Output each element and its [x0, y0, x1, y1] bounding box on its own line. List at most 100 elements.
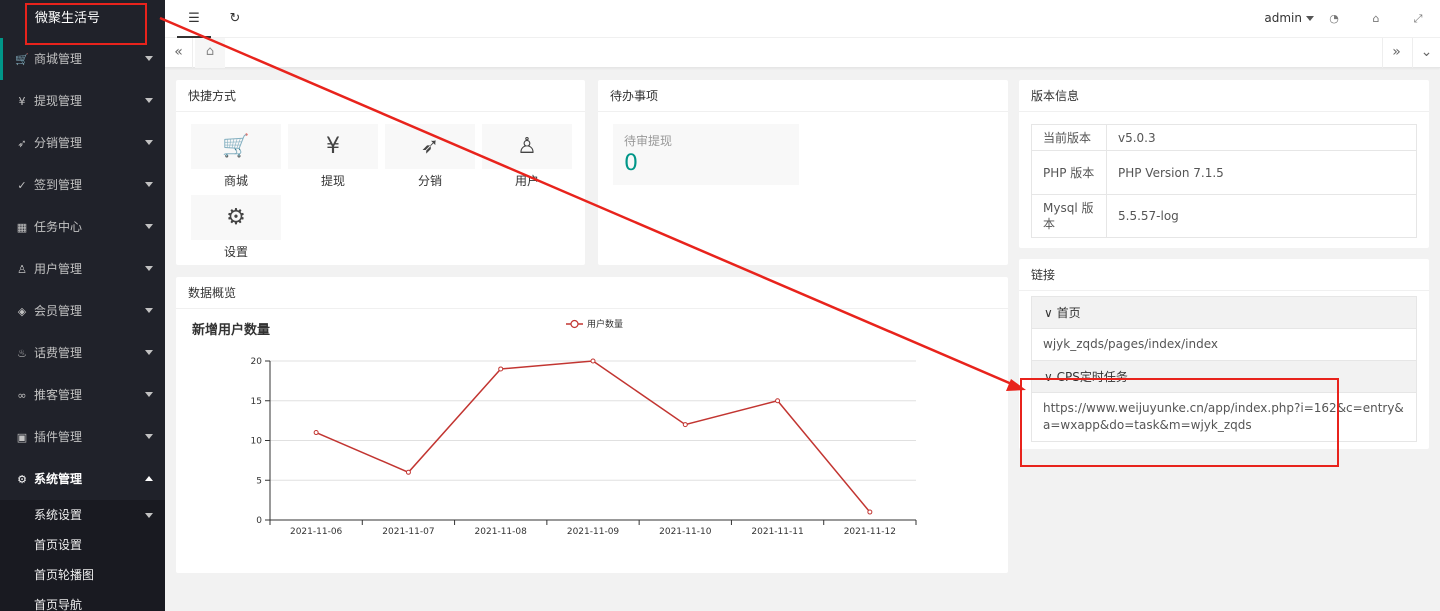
chevron-down-icon: ∨: [1044, 306, 1057, 320]
y-tick-label: 15: [251, 397, 262, 407]
gear-icon: ⚙: [17, 473, 27, 486]
legend-marker: [570, 319, 579, 329]
sidebar-item-6[interactable]: ◈ 会员管理: [0, 290, 165, 332]
caret-down-icon: [145, 98, 153, 103]
caret-down-icon: [145, 513, 153, 518]
pending-withdrawal-label: 待审提现: [624, 134, 673, 148]
caret-down-icon: [1306, 16, 1314, 21]
tab-dropdown-button[interactable]: ⌄: [1412, 38, 1440, 68]
yen-circle-icon: ¥: [288, 124, 378, 169]
sidebar-item-label: 系统管理: [34, 472, 83, 486]
theme-button[interactable]: ◔: [1314, 0, 1354, 38]
shortcut-0[interactable]: 🛒 商城: [191, 124, 281, 189]
refresh-button[interactable]: ↻: [218, 0, 252, 38]
data-point: [775, 398, 781, 404]
tasks-icon: ▦: [16, 221, 28, 234]
shortcuts-title: 快捷方式: [176, 80, 585, 112]
tab-prev-button[interactable]: «: [165, 38, 193, 68]
shortcuts-card: 快捷方式 🛒 商城 ¥ 提现 ➶ 分销 ♙ 用户 ⚙ 设置: [176, 80, 585, 265]
indent-icon: ☰: [188, 11, 200, 26]
tab-home[interactable]: ⌂: [195, 38, 225, 68]
brand[interactable]: 微聚生活号: [0, 0, 165, 38]
sidebar-item-1[interactable]: ¥ 提现管理: [0, 80, 165, 122]
double-chevron-left-icon: «: [174, 44, 183, 60]
sidebar-item-2[interactable]: ➶ 分销管理: [0, 122, 165, 164]
fire-icon: ♨: [17, 347, 27, 360]
legend-label: 用户数量: [587, 318, 623, 330]
y-tick-label: 0: [256, 516, 262, 526]
data-point: [682, 422, 688, 428]
sidebar-item-3[interactable]: ✓ 签到管理: [0, 164, 165, 206]
sidebar-item-label: 商城管理: [34, 52, 83, 66]
sidebar-item-label: 分销管理: [34, 136, 83, 150]
chevron-down-icon: ∨: [1044, 370, 1057, 384]
version-key: Mysql 版本: [1031, 194, 1107, 238]
x-tick-label: 2021-11-12: [844, 527, 896, 537]
caret-down-icon: [145, 140, 153, 145]
sidebar-item-8[interactable]: ∞ 推客管理: [0, 374, 165, 416]
sidebar-item-label: 推客管理: [34, 388, 83, 402]
toggle-sidebar-button[interactable]: ☰: [177, 0, 211, 38]
check-icon: ✓: [17, 179, 27, 192]
sidebar-item-label: 签到管理: [34, 178, 83, 192]
cube-icon: ▣: [16, 431, 28, 444]
pending-withdrawal[interactable]: 待审提现 0: [613, 124, 799, 185]
link-section-cps: ∨ CPS定时任务 https://www.weijuyunke.cn/app/…: [1031, 360, 1417, 442]
sidebar-item-4[interactable]: ▦ 任务中心: [0, 206, 165, 248]
x-tick-label: 2021-11-06: [290, 527, 343, 537]
fullscreen-button[interactable]: ⤢: [1398, 0, 1438, 38]
y-tick-label: 10: [251, 437, 263, 447]
x-tick-label: 2021-11-08: [475, 527, 528, 537]
submenu-item-3[interactable]: 首页导航: [0, 590, 165, 611]
shortcut-label: 用户: [514, 174, 539, 188]
link-section-home-header[interactable]: ∨ 首页: [1031, 296, 1417, 329]
gear-icon: ⚙: [191, 195, 281, 240]
chevron-down-icon: ⌄: [1420, 44, 1433, 60]
sidebar-item-label: 会员管理: [34, 304, 83, 318]
sidebar-item-10[interactable]: ⚙ 系统管理: [0, 458, 165, 500]
x-tick-label: 2021-11-11: [751, 527, 803, 537]
yen-circle-icon: ¥: [18, 95, 26, 108]
series-line: [315, 360, 871, 513]
sidebar-item-9[interactable]: ▣ 插件管理: [0, 416, 165, 458]
submenu-item-0[interactable]: 系统设置: [0, 500, 165, 530]
table-row: 当前版本 v5.0.3: [1031, 124, 1417, 151]
sidebar-item-label: 提现管理: [34, 94, 83, 108]
data-point: [313, 430, 319, 436]
link-url[interactable]: https://www.weijuyunke.cn/app/index.php?…: [1031, 393, 1417, 442]
sidebar-item-0[interactable]: 🛒 商城管理: [0, 38, 165, 80]
tab-next-button[interactable]: »: [1382, 38, 1410, 68]
sidebar-item-5[interactable]: ♙ 用户管理: [0, 248, 165, 290]
sidebar: 微聚生活号 🛒 商城管理 ¥ 提现管理 ➶ 分销管理 ✓ 签到管理 ▦ 任务中心 ♙ 用户管理 ◈ 会员管…: [0, 0, 165, 611]
version-key: PHP 版本: [1031, 150, 1107, 195]
links-card: 链接 ∨ 首页 wjyk_zqds/pages/index/index ∨ CP…: [1019, 259, 1429, 449]
y-tick-label: 5: [256, 476, 262, 486]
caret-down-icon: [145, 182, 153, 187]
submenu-item-1[interactable]: 首页设置: [0, 530, 165, 560]
caret-down-icon: [145, 308, 153, 313]
link-url[interactable]: wjyk_zqds/pages/index/index: [1031, 329, 1417, 361]
user-icon: ♙: [482, 124, 572, 169]
tab-bar: « ⌂ » ⌄: [165, 38, 1440, 68]
table-row: Mysql 版本 5.5.57-log: [1031, 194, 1417, 238]
caret-down-icon: [145, 392, 153, 397]
submenu-item-2[interactable]: 首页轮播图: [0, 560, 165, 590]
link-section-home: ∨ 首页 wjyk_zqds/pages/index/index: [1031, 296, 1417, 361]
link-section-cps-header[interactable]: ∨ CPS定时任务: [1031, 360, 1417, 393]
data-point: [405, 469, 411, 475]
link-section-label: CPS定时任务: [1056, 370, 1128, 384]
shortcut-2[interactable]: ➶ 分销: [385, 124, 475, 189]
tag-button[interactable]: ⌂: [1356, 0, 1396, 38]
caret-down-icon: [145, 350, 153, 355]
cart-icon: 🛒: [15, 53, 29, 66]
user-menu[interactable]: admin: [1264, 0, 1314, 38]
version-card: 版本信息 当前版本 v5.0.3 PHP 版本 PHP Version 7.1.…: [1019, 80, 1429, 248]
pending-withdrawal-count: 0: [624, 151, 638, 176]
shortcut-3[interactable]: ♙ 用户: [482, 124, 572, 189]
shortcut-1[interactable]: ¥ 提现: [288, 124, 378, 189]
tag-icon: ⌂: [1372, 12, 1380, 25]
refresh-icon: ↻: [229, 11, 241, 26]
dashboard-icon: ◔: [1329, 12, 1339, 25]
sidebar-item-7[interactable]: ♨ 话费管理: [0, 332, 165, 374]
shortcut-4[interactable]: ⚙ 设置: [191, 195, 281, 260]
